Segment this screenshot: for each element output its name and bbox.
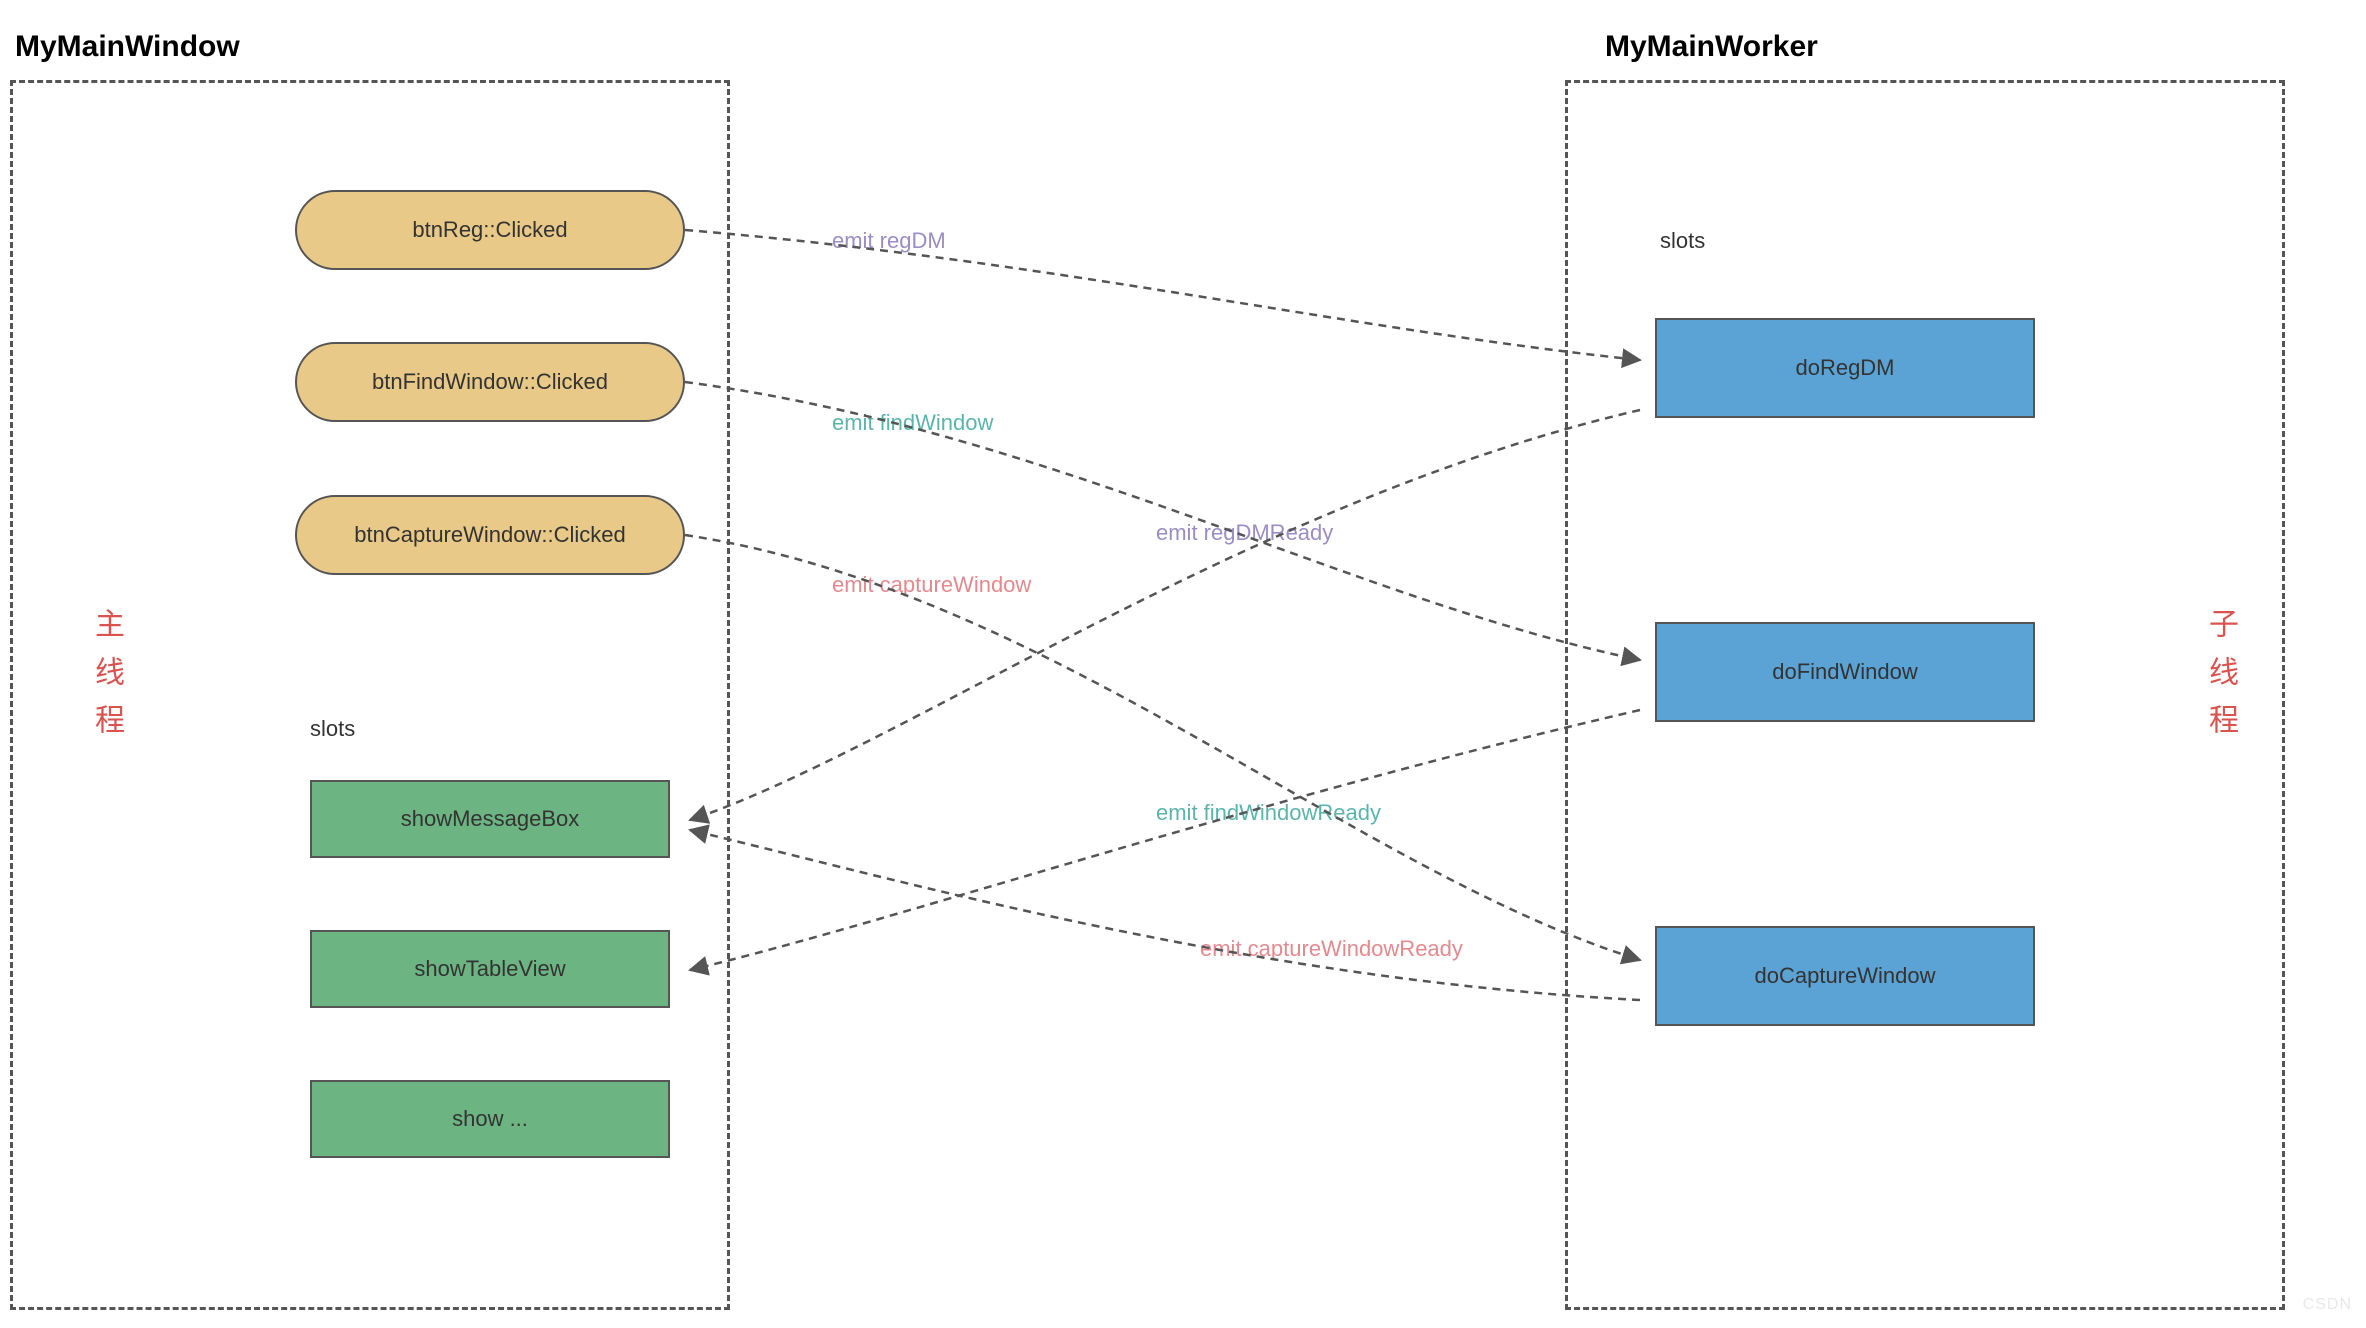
do-findwindow-slot: doFindWindow [1655,622,2035,722]
show-more-slot: show ... [310,1080,670,1158]
emit-findwindowready-label: emit findWindowReady [1156,800,1381,826]
left-thread-label: 主线程 [84,608,128,752]
emit-regdm-label: emit regDM [832,228,946,254]
show-tableview-slot: showTableView [310,930,670,1008]
left-slots-label: slots [310,716,355,742]
btn-reg-pill: btnReg::Clicked [295,190,685,270]
btn-findwindow-pill: btnFindWindow::Clicked [295,342,685,422]
emit-regdmready-label: emit regDMReady [1156,520,1333,546]
right-slots-label: slots [1660,228,1705,254]
emit-capturewindow-label: emit captureWindow [832,572,1031,598]
watermark: CSDN [2303,1296,2352,1314]
show-messagebox-slot: showMessageBox [310,780,670,858]
btn-capturewindow-pill: btnCaptureWindow::Clicked [295,495,685,575]
left-title: MyMainWindow [15,30,240,64]
do-capturewindow-slot: doCaptureWindow [1655,926,2035,1026]
emit-findwindow-label: emit findWindow [832,410,993,436]
right-title: MyMainWorker [1605,30,1818,64]
right-thread-label: 子线程 [2198,608,2242,752]
emit-capturewindowready-label: emit captureWindowReady [1200,936,1463,962]
do-regdm-slot: doRegDM [1655,318,2035,418]
